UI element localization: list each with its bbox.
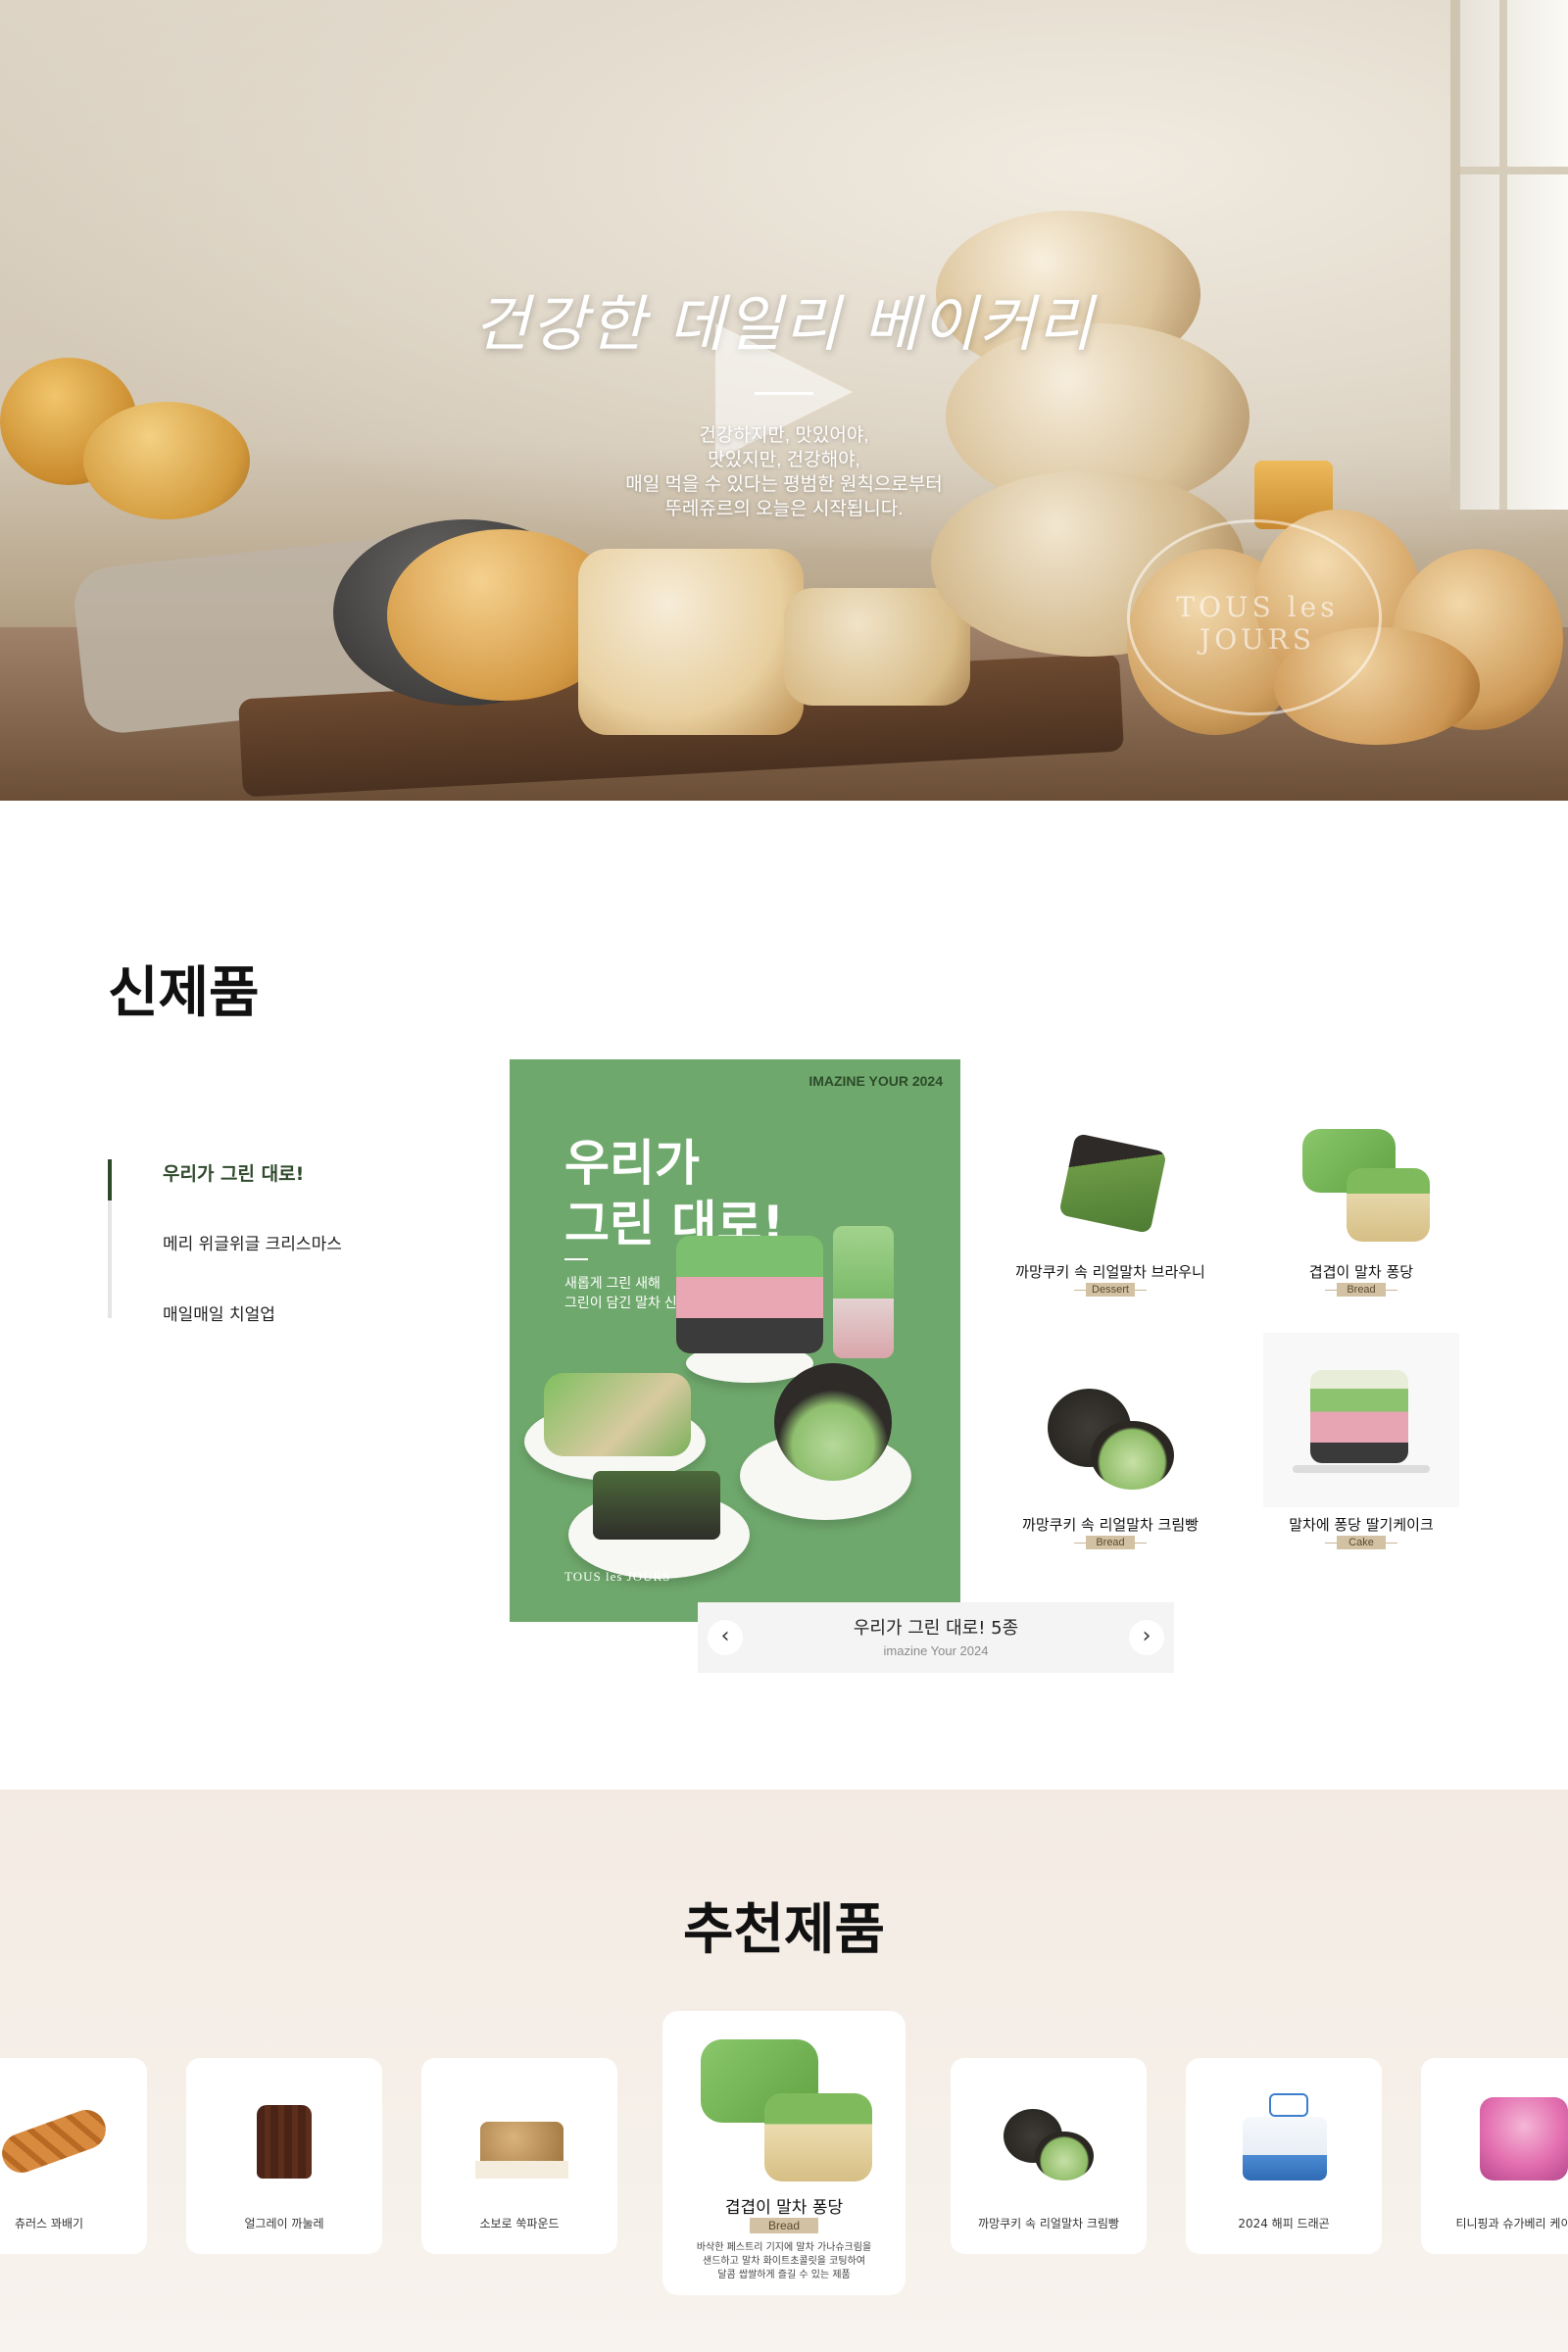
promo-tag: IMAZINE YOUR 2024 xyxy=(808,1073,943,1089)
slider-next-button[interactable]: › xyxy=(1129,1620,1164,1655)
product-description-line: 샌드하고 말차 화이트초콜릿을 코팅하여 xyxy=(703,2256,865,2267)
product-name: 소보로 쑥파운드 xyxy=(479,2217,560,2230)
product-image xyxy=(1042,1124,1179,1251)
product-category-badge: Bread xyxy=(1325,1283,1397,1297)
product-name: 티니핑과 슈가베리 케이크 xyxy=(1455,2217,1568,2230)
product-name: 겹겹이 말차 퐁당 xyxy=(724,2198,844,2218)
recommended-card[interactable]: 티니핑과 슈가베리 케이크 xyxy=(1421,2058,1568,2254)
product-image xyxy=(1000,2087,1098,2185)
hero-description-line: 맛있지만, 건강해야, xyxy=(708,450,860,470)
active-tab-indicator xyxy=(108,1159,112,1200)
matcha-latte-image xyxy=(833,1226,894,1358)
product-description-line: 달콤 쌉쌀하게 즐길 수 있는 제품 xyxy=(717,2270,851,2280)
product-name: 까망쿠키 속 리얼말차 크림빵 xyxy=(1022,1516,1199,1534)
product-category-badge: Bread xyxy=(750,2218,818,2233)
hero-description-line: 뚜레쥬르의 오늘은 시작됩니다. xyxy=(664,499,904,519)
promo-headline-line: 우리가 xyxy=(564,1135,700,1192)
hero-description: 건강하지만, 맛있어야, 맛있지만, 건강해야, 매일 먹을 수 있다는 평범한… xyxy=(0,423,1568,521)
bread-image xyxy=(784,588,970,706)
product-image xyxy=(0,2087,112,2185)
tab-matcha[interactable]: 우리가 그린 대로! xyxy=(163,1159,304,1186)
product-category-badge: Dessert xyxy=(1074,1283,1147,1297)
hero-divider xyxy=(755,392,813,395)
tab-christmas[interactable]: 메리 위글위글 크리스마스 xyxy=(163,1230,342,1254)
product-category-badge: Bread xyxy=(1074,1536,1147,1549)
matcha-fondant-image xyxy=(544,1373,691,1456)
product-name: 츄러스 꽈배기 xyxy=(14,2217,84,2230)
promo-divider xyxy=(564,1258,588,1260)
recommended-card[interactable]: 소보로 쑥파운드 xyxy=(421,2058,617,2254)
product-description-line: 바삭한 페스트리 기지에 말차 가나슈크림을 xyxy=(696,2242,872,2253)
promo-banner[interactable]: IMAZINE YOUR 2024 우리가 그린 대로! 새롭게 그린 새해 그… xyxy=(510,1059,960,1622)
hero-banner: TOUS les JOURS 건강한 데일리 베이커리 건강하지만, 맛있어야,… xyxy=(0,0,1568,801)
new-products-tabs: 우리가 그린 대로! 메리 위글위글 크리스마스 매일매일 치얼업 xyxy=(108,1159,402,1325)
recommended-title: 추천제품 xyxy=(682,1898,886,1962)
slider-subtitle: imazine Your 2024 xyxy=(883,1643,989,1658)
brand-seal-logo: TOUS les JOURS xyxy=(1127,519,1382,715)
recommended-card[interactable]: 2024 해피 드래곤 xyxy=(1186,2058,1382,2254)
matcha-strawberry-cake-image xyxy=(676,1236,823,1353)
new-products-slider-caption: ‹ 우리가 그린 대로! 5종 imazine Your 2024 › xyxy=(698,1602,1174,1673)
promo-brand-logo: TOUS les JOURS xyxy=(564,1569,671,1584)
product-name: 까망쿠키 속 리얼말차 크림빵 xyxy=(978,2217,1119,2230)
product-name: 얼그레이 까눌레 xyxy=(244,2217,324,2230)
recommended-card[interactable]: 얼그레이 까눌레 xyxy=(186,2058,382,2254)
recommended-section: 추천제품 츄러스 꽈배기 얼그레이 까눌레 소보로 쑥파운드 겹겹이 말차 퐁당… xyxy=(0,1789,1568,2352)
product-name: 2024 해피 드래곤 xyxy=(1238,2217,1330,2230)
product-image xyxy=(1293,1124,1430,1251)
product-image xyxy=(696,2034,872,2181)
recommended-featured-card[interactable]: 겹겹이 말차 퐁당 Bread 바삭한 페스트리 기지에 말차 가나슈크림을 샌… xyxy=(662,2011,906,2295)
new-products-title: 신제품 xyxy=(108,961,260,1025)
product-name: 겹겹이 말차 퐁당 xyxy=(1308,1263,1414,1281)
recommended-card[interactable]: 까망쿠키 속 리얼말차 크림빵 xyxy=(951,2058,1147,2254)
product-image xyxy=(1263,1333,1459,1507)
matcha-cream-bun-image xyxy=(774,1363,892,1481)
product-card[interactable]: 겹겹이 말차 퐁당 Bread xyxy=(1258,1124,1464,1349)
tab-cheer-up[interactable]: 매일매일 치얼업 xyxy=(163,1300,275,1325)
product-card[interactable]: 말차에 퐁당 딸기케이크 Cake xyxy=(1258,1333,1464,1602)
product-image xyxy=(1042,1377,1179,1504)
product-image xyxy=(235,2087,333,2185)
product-image xyxy=(1470,2087,1568,2185)
matcha-brownie-image xyxy=(593,1471,720,1540)
hero-description-line: 건강하지만, 맛있어야, xyxy=(699,425,869,446)
hero-description-line: 매일 먹을 수 있다는 평범한 원칙으로부터 xyxy=(625,474,943,495)
product-name: 말차에 퐁당 딸기케이크 xyxy=(1289,1516,1434,1534)
product-category-badge: Cake xyxy=(1325,1536,1397,1549)
recommended-card[interactable]: 츄러스 꽈배기 xyxy=(0,2058,147,2254)
chevron-right-icon: › xyxy=(1142,1624,1152,1648)
product-description: 바삭한 페스트리 기지에 말차 가나슈크림을 샌드하고 말차 화이트초콜릿을 코… xyxy=(662,2241,906,2282)
product-card[interactable]: 까망쿠키 속 리얼말차 브라우니 Dessert xyxy=(1007,1124,1213,1349)
slider-title: 우리가 그린 대로! 5종 xyxy=(853,1618,1019,1639)
product-image xyxy=(1235,2087,1333,2185)
product-image xyxy=(470,2087,568,2185)
product-card[interactable]: 까망쿠키 속 리얼말차 크림빵 Bread xyxy=(1007,1377,1213,1602)
product-name: 까망쿠키 속 리얼말차 브라우니 xyxy=(1015,1263,1205,1281)
bread-image xyxy=(578,549,804,735)
